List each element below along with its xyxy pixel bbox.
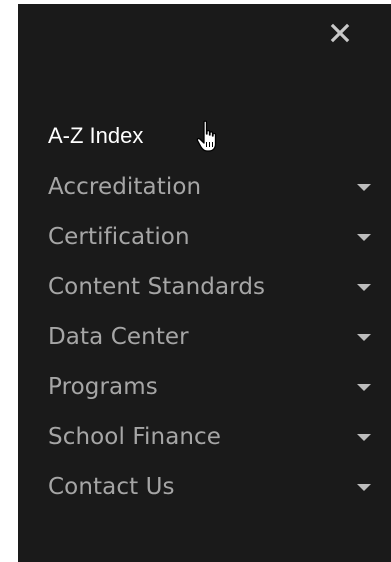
close-icon [330, 23, 350, 43]
menu-item-label: Contact Us [48, 474, 175, 500]
caret-down-icon[interactable] [357, 184, 371, 191]
menu-item-certification[interactable]: Certification [18, 212, 391, 262]
menu-item-contact-us[interactable]: Contact Us [18, 462, 391, 512]
menu-item-programs[interactable]: Programs [18, 362, 391, 412]
caret-down-icon[interactable] [357, 434, 371, 441]
menu-item-label: Content Standards [48, 274, 266, 300]
menu-item-a-z-index[interactable]: A-Z Index [18, 110, 391, 162]
menu-item-label: School Finance [48, 424, 222, 450]
close-button[interactable] [325, 18, 355, 48]
menu-item-accreditation[interactable]: Accreditation [18, 162, 391, 212]
menu-list: A-Z Index Accreditation Certification Co… [18, 110, 391, 512]
caret-down-icon[interactable] [357, 334, 371, 341]
menu-item-label: Accreditation [48, 174, 202, 200]
menu-item-label: Certification [48, 224, 190, 250]
menu-item-label: A-Z Index [48, 123, 144, 148]
navigation-drawer: A-Z Index Accreditation Certification Co… [18, 4, 391, 562]
caret-down-icon[interactable] [357, 284, 371, 291]
caret-down-icon[interactable] [357, 484, 371, 491]
menu-item-label: Data Center [48, 324, 189, 350]
menu-item-data-center[interactable]: Data Center [18, 312, 391, 362]
caret-down-icon[interactable] [357, 384, 371, 391]
menu-item-label: Programs [48, 374, 158, 400]
caret-down-icon[interactable] [357, 234, 371, 241]
menu-item-content-standards[interactable]: Content Standards [18, 262, 391, 312]
menu-item-school-finance[interactable]: School Finance [18, 412, 391, 462]
